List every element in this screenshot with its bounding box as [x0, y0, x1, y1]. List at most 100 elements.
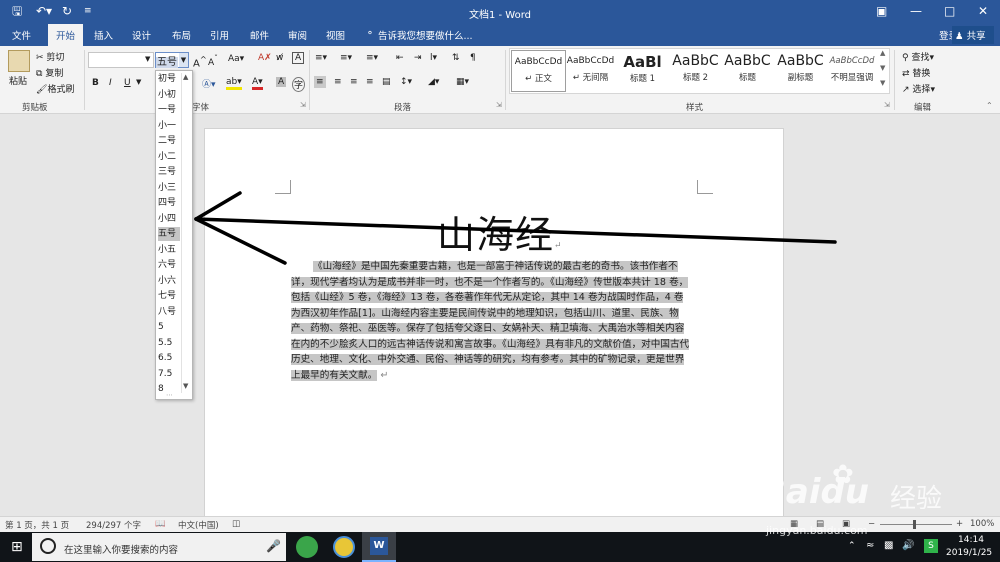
decrease-indent-icon[interactable]: ⇤ [396, 53, 404, 63]
change-case-button[interactable]: Aa▾ [228, 54, 244, 64]
clock-date[interactable]: 2019/1/25 [946, 548, 992, 558]
font-dialog-launcher-icon[interactable]: ⇲ [300, 101, 306, 109]
font-size-chevron-icon[interactable]: ▼ [179, 53, 188, 67]
tab-home[interactable]: 开始 [48, 24, 84, 46]
tab-references[interactable]: 引用 [210, 28, 229, 42]
zoom-level[interactable]: 100% [970, 519, 994, 529]
ribbon-display-icon[interactable]: ▣ [876, 4, 887, 18]
shading-icon[interactable]: ◢▾ [428, 77, 439, 87]
tab-view[interactable]: 视图 [326, 28, 345, 42]
char-shading-icon[interactable]: A [276, 77, 287, 87]
line-spacing-icon[interactable]: ↕▾ [400, 77, 412, 87]
app-tray-icon[interactable]: S [924, 539, 938, 553]
font-size-option[interactable]: 小一 [158, 119, 180, 133]
style-no-spacing[interactable]: AaBbCcDd ↵ 无间隔 [563, 50, 618, 92]
font-size-option[interactable]: 三号 [158, 165, 180, 179]
font-size-option[interactable]: 5 [158, 320, 180, 334]
align-left-icon[interactable]: ≡ [314, 76, 326, 88]
paste-icon[interactable] [8, 50, 30, 72]
numbering-icon[interactable]: ≡▾ [340, 53, 352, 63]
scroll-down-icon[interactable]: ▼ [183, 382, 188, 390]
network-icon[interactable]: ≈ [866, 540, 874, 551]
clear-format-icon[interactable]: A✗ [258, 53, 272, 63]
tab-insert[interactable]: 插入 [94, 28, 113, 42]
bullets-icon[interactable]: ≡▾ [315, 53, 327, 63]
app-browser-icon[interactable] [333, 536, 355, 558]
collapse-ribbon-icon[interactable]: ⌃ [986, 101, 993, 110]
format-painter-button[interactable]: 🖌格式刷 [36, 82, 74, 95]
style-heading-2[interactable]: AaBbC 标题 2 [668, 50, 723, 92]
font-size-option[interactable]: 七号 [158, 289, 180, 303]
zoom-out-button[interactable]: − [868, 519, 875, 529]
minimize-icon[interactable]: — [910, 4, 922, 18]
app-green-icon[interactable] [296, 536, 318, 558]
font-name-chevron-icon[interactable]: ▼ [145, 55, 150, 63]
tray-chevron-icon[interactable]: ⌃ [848, 541, 856, 551]
tell-me-input[interactable]: 告诉我您想要做什么... [378, 28, 473, 42]
zoom-slider[interactable] [880, 524, 952, 525]
battery-icon[interactable]: ▩ [884, 540, 893, 551]
text-effects-icon[interactable]: Ⓐ▾ [202, 77, 216, 90]
scroll-up-icon[interactable]: ▲ [183, 73, 188, 81]
style-title[interactable]: AaBbC 标题 [720, 50, 775, 92]
tab-design[interactable]: 设计 [132, 28, 151, 42]
scroll-down-icon[interactable]: ▼ [880, 64, 885, 72]
maximize-icon[interactable]: □ [944, 4, 955, 18]
tab-review[interactable]: 审阅 [288, 28, 307, 42]
font-size-option[interactable]: 初号 [158, 72, 180, 86]
font-size-option[interactable]: 6.5 [158, 351, 180, 365]
word-count[interactable]: 294/297 个字 [86, 519, 141, 531]
language-status[interactable]: 中文(中国) [178, 519, 219, 531]
shrink-font-icon[interactable]: Aˇ [208, 54, 218, 68]
clock-time[interactable]: 14:14 [958, 535, 984, 545]
paste-label[interactable]: 粘贴 [9, 74, 27, 87]
font-size-option[interactable]: 小三 [158, 181, 180, 195]
grow-font-icon[interactable]: A^ [193, 54, 207, 69]
close-icon[interactable]: ✕ [978, 4, 988, 18]
highlight-icon[interactable]: ab▾ [226, 77, 242, 90]
copy-button[interactable]: ⧉ 复制 [36, 66, 63, 79]
page-count[interactable]: 第 1 页，共 1 页 [5, 519, 69, 531]
styles-dialog-launcher-icon[interactable]: ⇲ [884, 101, 890, 109]
sort-icon[interactable]: ⇅ [452, 53, 460, 63]
document-title[interactable]: 山海经↵ [437, 204, 563, 259]
show-marks-icon[interactable]: ¶ [470, 53, 476, 63]
document-body[interactable]: 《山海经》是中国先秦重要古籍，也是一部富于神话传说的最古老的奇书。该书作者不详，… [291, 259, 693, 383]
underline-button[interactable]: U [124, 78, 131, 88]
cut-button[interactable]: ✂ 剪切 [36, 50, 64, 63]
font-size-option[interactable]: 小初 [158, 88, 180, 102]
font-size-option[interactable]: 四号 [158, 196, 180, 210]
style-subtitle[interactable]: AaBbC 副标题 [773, 50, 828, 92]
phonetic-guide-icon[interactable]: w̸ [276, 53, 283, 63]
share-button[interactable]: ♟ 共享 [952, 26, 994, 44]
align-right-icon[interactable]: ≡ [350, 77, 358, 87]
windows-start-icon[interactable]: ⊞ [11, 539, 23, 555]
tab-layout[interactable]: 布局 [172, 28, 191, 42]
tab-mailings[interactable]: 邮件 [250, 28, 269, 42]
borders-icon[interactable]: ▦▾ [456, 77, 469, 87]
increase-indent-icon[interactable]: ⇥ [414, 53, 422, 63]
distributed-icon[interactable]: ▤ [382, 77, 391, 87]
font-size-option[interactable]: 二号 [158, 134, 180, 148]
font-size-option[interactable]: 六号 [158, 258, 180, 272]
font-size-option[interactable]: 小四 [158, 212, 180, 226]
align-center-icon[interactable]: ≡ [334, 77, 342, 87]
chinese-layout-icon[interactable]: ا▾ [430, 53, 437, 63]
multilevel-list-icon[interactable]: ≡▾ [366, 53, 378, 63]
font-size-option[interactable]: 小六 [158, 274, 180, 288]
justify-icon[interactable]: ≡ [366, 77, 374, 87]
tab-file[interactable]: 文件 [12, 28, 31, 42]
paragraph-dialog-launcher-icon[interactable]: ⇲ [496, 101, 502, 109]
style-heading-1[interactable]: AaBl 标题 1 [615, 50, 670, 92]
scroll-up-icon[interactable]: ▲ [880, 49, 885, 57]
resize-grip-icon[interactable]: ⋯ [166, 391, 173, 399]
style-subtle-emphasis[interactable]: AaBbCcDd 不明显强调 [826, 50, 878, 92]
proofing-icon[interactable]: 📖 [155, 519, 166, 529]
find-button[interactable]: ⚲ 查找▾ [902, 50, 934, 63]
bold-button[interactable]: B [92, 78, 99, 88]
font-size-option[interactable]: 一号 [158, 103, 180, 117]
font-size-option[interactable]: 小二 [158, 150, 180, 164]
enclose-char-icon[interactable]: 字 [292, 77, 306, 92]
taskbar-search[interactable]: 在这里输入你要搜索的内容 🎤 [32, 533, 286, 561]
select-button[interactable]: ↗ 选择▾ [902, 82, 935, 95]
